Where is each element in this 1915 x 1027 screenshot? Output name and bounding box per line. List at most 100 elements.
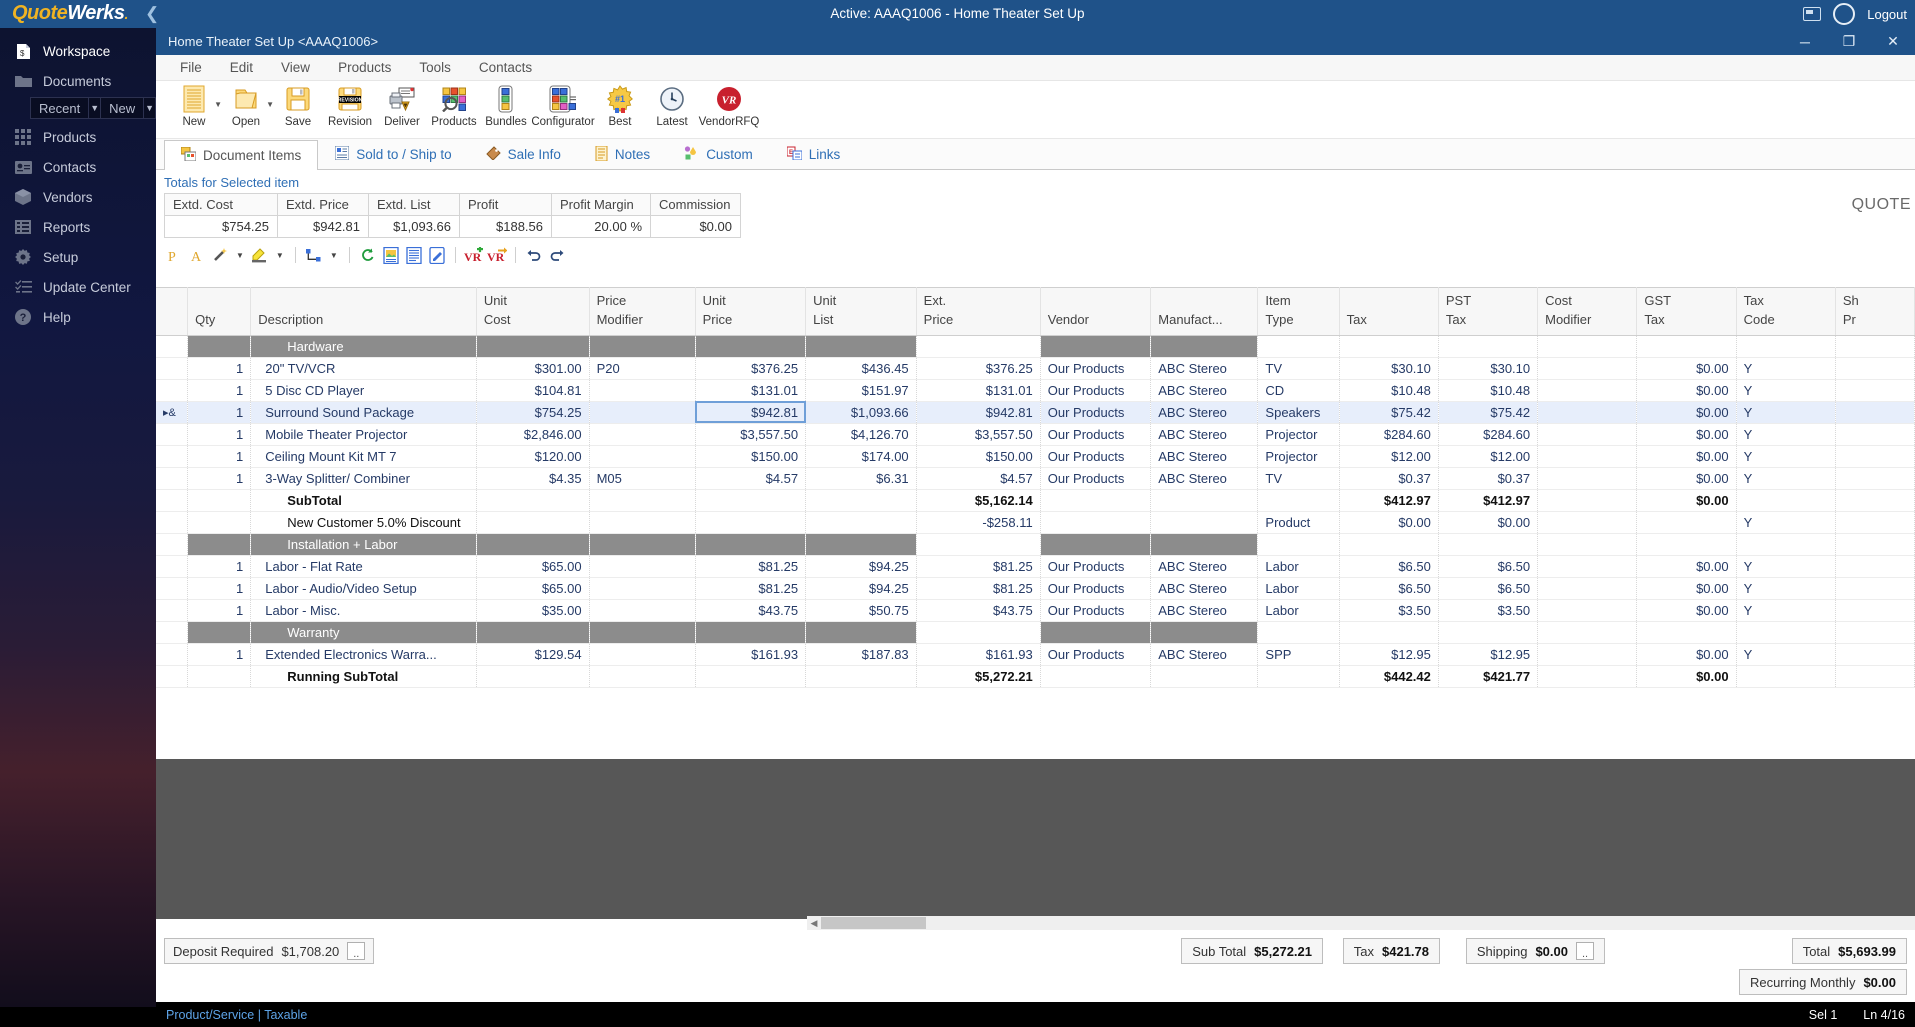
- cell-tcode[interactable]: Y: [1736, 445, 1835, 467]
- cell-manuf[interactable]: ABC Stereo: [1151, 357, 1258, 379]
- new-dropdown-icon[interactable]: ▼: [144, 97, 156, 119]
- cell-eprice[interactable]: $3,557.50: [916, 423, 1040, 445]
- ribbon-deliver-button[interactable]: Deliver: [376, 84, 428, 128]
- cell-qty[interactable]: 1: [188, 577, 251, 599]
- cell-qty[interactable]: [188, 621, 251, 643]
- cell-ucost[interactable]: $129.54: [476, 643, 589, 665]
- cell-tcode[interactable]: Y: [1736, 643, 1835, 665]
- scroll-left-icon[interactable]: ◀: [807, 918, 821, 929]
- total-box[interactable]: Total $5,693.99: [1792, 938, 1907, 964]
- cell-pmod[interactable]: [589, 533, 695, 555]
- cell-itype[interactable]: [1258, 533, 1339, 555]
- cell-ulist[interactable]: $174.00: [806, 445, 917, 467]
- cell-mark[interactable]: [156, 423, 188, 445]
- cell-itype[interactable]: Projector: [1258, 445, 1339, 467]
- ribbon-revision-button[interactable]: REVISION Revision: [324, 84, 376, 128]
- col-header-manufacturer[interactable]: Manufact...: [1151, 288, 1258, 336]
- cell-itype[interactable]: Projector: [1258, 423, 1339, 445]
- recent-button[interactable]: Recent: [30, 97, 89, 119]
- cell-mark[interactable]: [156, 445, 188, 467]
- cell-gst[interactable]: $0.00: [1637, 599, 1736, 621]
- cell-mark[interactable]: [156, 335, 188, 357]
- cell-mark[interactable]: [156, 511, 188, 533]
- col-header-item-type[interactable]: Item Type: [1258, 288, 1339, 336]
- cell-pst[interactable]: $3.50: [1438, 599, 1537, 621]
- cell-eprice[interactable]: $4.57: [916, 467, 1040, 489]
- col-header-mark[interactable]: [156, 288, 188, 336]
- cell-uprice[interactable]: [695, 621, 806, 643]
- cell-pmod[interactable]: [589, 599, 695, 621]
- cell-vendor[interactable]: [1040, 665, 1151, 687]
- col-header-sh-pr[interactable]: Sh Pr: [1835, 288, 1914, 336]
- cell-tcode[interactable]: Y: [1736, 357, 1835, 379]
- sidebar-item-update-center[interactable]: Update Center: [0, 272, 156, 302]
- cell-eprice[interactable]: $5,272.21: [916, 665, 1040, 687]
- cell-vendor[interactable]: [1040, 335, 1151, 357]
- cell-gst[interactable]: $0.00: [1637, 379, 1736, 401]
- cell-cmod[interactable]: [1538, 621, 1637, 643]
- cell-uprice[interactable]: [695, 489, 806, 511]
- col-header-ext-price[interactable]: Ext. Price: [916, 288, 1040, 336]
- cell-tax[interactable]: $3.50: [1339, 599, 1438, 621]
- cell-desc[interactable]: Ceiling Mount Kit MT 7: [251, 445, 477, 467]
- cell-qty[interactable]: 1: [188, 401, 251, 423]
- ribbon-bundles-button[interactable]: Bundles: [480, 84, 532, 128]
- node-link-icon[interactable]: [304, 245, 324, 265]
- cell-manuf[interactable]: ABC Stereo: [1151, 423, 1258, 445]
- cell-pmod[interactable]: [589, 621, 695, 643]
- cell-tax[interactable]: $442.42: [1339, 665, 1438, 687]
- cell-cmod[interactable]: [1538, 379, 1637, 401]
- sidebar-item-workspace[interactable]: $ Workspace: [0, 36, 156, 66]
- cell-manuf[interactable]: ABC Stereo: [1151, 467, 1258, 489]
- cell-gst[interactable]: [1637, 335, 1736, 357]
- cell-pmod[interactable]: [589, 379, 695, 401]
- cell-manuf[interactable]: ABC Stereo: [1151, 555, 1258, 577]
- cell-pmod[interactable]: [589, 401, 695, 423]
- cell-mark[interactable]: [156, 555, 188, 577]
- font-icon[interactable]: A: [187, 245, 207, 265]
- redo-icon[interactable]: [547, 245, 567, 265]
- cell-tax[interactable]: $6.50: [1339, 577, 1438, 599]
- cell-ulist[interactable]: [806, 621, 917, 643]
- restore-button[interactable]: ❐: [1827, 28, 1871, 55]
- cell-uprice[interactable]: $150.00: [695, 445, 806, 467]
- table-row[interactable]: 1Extended Electronics Warra...$129.54$16…: [156, 643, 1915, 665]
- cell-qty[interactable]: [188, 533, 251, 555]
- cell-mark[interactable]: [156, 577, 188, 599]
- cell-pst[interactable]: $30.10: [1438, 357, 1537, 379]
- cell-ucost[interactable]: $754.25: [476, 401, 589, 423]
- cell-vendor[interactable]: Our Products: [1040, 423, 1151, 445]
- cell-pst[interactable]: $6.50: [1438, 577, 1537, 599]
- shipping-ellipsis-button[interactable]: ..: [1576, 942, 1594, 960]
- cell-itype[interactable]: CD: [1258, 379, 1339, 401]
- cell-mark[interactable]: [156, 379, 188, 401]
- cell-eprice[interactable]: $43.75: [916, 599, 1040, 621]
- cell-sh[interactable]: [1835, 621, 1914, 643]
- cell-vendor[interactable]: [1040, 489, 1151, 511]
- cell-qty[interactable]: [188, 665, 251, 687]
- cell-desc[interactable]: SubTotal: [251, 489, 477, 511]
- cell-gst[interactable]: [1637, 533, 1736, 555]
- horizontal-scrollbar[interactable]: ◀: [807, 916, 1915, 930]
- cell-vendor[interactable]: [1040, 533, 1151, 555]
- cell-sh[interactable]: [1835, 467, 1914, 489]
- cell-manuf[interactable]: ABC Stereo: [1151, 599, 1258, 621]
- table-row[interactable]: 120" TV/VCR$301.00P20$376.25$436.45$376.…: [156, 357, 1915, 379]
- cell-uprice[interactable]: $942.81: [695, 401, 806, 423]
- cell-mark[interactable]: [156, 533, 188, 555]
- cell-tcode[interactable]: Y: [1736, 467, 1835, 489]
- cell-manuf[interactable]: ABC Stereo: [1151, 445, 1258, 467]
- cell-sh[interactable]: [1835, 335, 1914, 357]
- vr-arrow-icon[interactable]: VR: [487, 245, 507, 265]
- highlighter-icon[interactable]: [250, 245, 270, 265]
- cell-eprice[interactable]: -$258.11: [916, 511, 1040, 533]
- cell-ucost[interactable]: [476, 665, 589, 687]
- cell-desc[interactable]: 20" TV/VCR: [251, 357, 477, 379]
- cell-itype[interactable]: TV: [1258, 467, 1339, 489]
- cell-ucost[interactable]: [476, 533, 589, 555]
- cell-eprice[interactable]: $131.01: [916, 379, 1040, 401]
- cell-pmod[interactable]: [589, 665, 695, 687]
- cell-ulist[interactable]: $94.25: [806, 555, 917, 577]
- col-header-tax[interactable]: Tax: [1339, 288, 1438, 336]
- table-row[interactable]: 13-Way Splitter/ Combiner$4.35M05$4.57$6…: [156, 467, 1915, 489]
